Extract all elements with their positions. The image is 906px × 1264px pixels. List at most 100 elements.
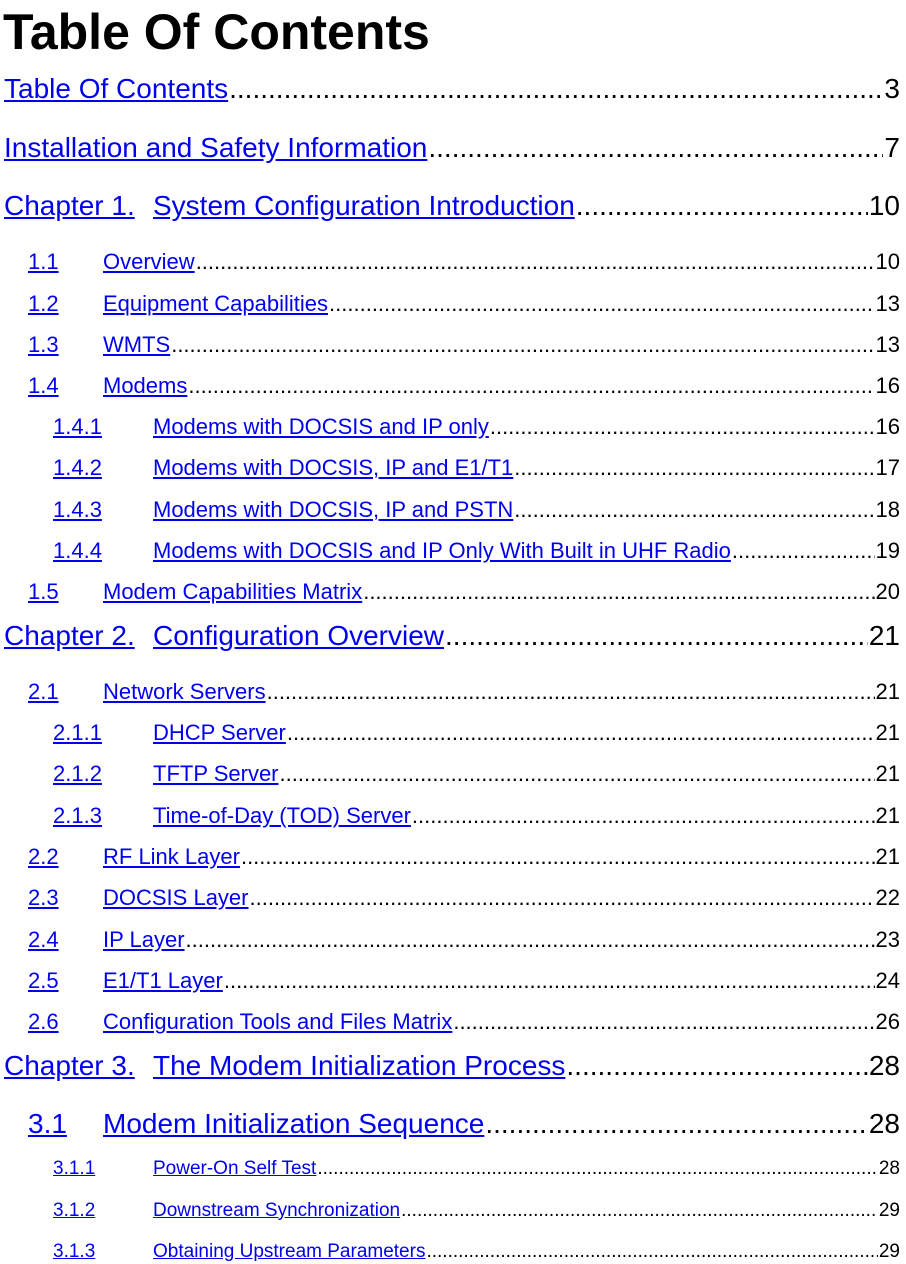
toc-entry-number[interactable]: 1.4.3 — [53, 496, 102, 524]
toc-entry-link[interactable]: The Modem Initialization Process — [153, 1049, 565, 1083]
toc-entry-link[interactable]: TFTP Server — [153, 760, 279, 788]
toc-entry-link[interactable]: Modems with DOCSIS, IP and PSTN — [153, 496, 513, 524]
toc-entry: 3.1.1 Power-On Self Test 28 — [0, 1156, 900, 1181]
toc-entry-link[interactable]: Configuration Overview — [153, 619, 444, 653]
dot-leader — [280, 760, 875, 788]
toc-entry-link[interactable]: Installation and Safety Information — [4, 131, 427, 165]
dot-leader — [428, 131, 883, 165]
toc-entry-link[interactable]: Configuration Tools and Files Matrix — [103, 1008, 452, 1036]
toc-entry-number[interactable]: 2.2 — [28, 843, 59, 871]
toc-entry: 1.4.3 Modems with DOCSIS, IP and PSTN 18 — [0, 496, 900, 524]
dot-leader — [445, 619, 868, 653]
dot-leader — [732, 537, 875, 565]
toc-entry: Chapter 3. The Modem Initialization Proce… — [0, 1049, 900, 1083]
toc-entry-link[interactable]: Downstream Synchronization — [153, 1198, 400, 1223]
toc-entry-page: 22 — [875, 885, 900, 910]
toc-entry-link[interactable]: Modems with DOCSIS, IP and E1/T1 — [153, 454, 513, 482]
toc-entry-link[interactable]: Power-On Self Test — [153, 1156, 316, 1181]
toc-entry-page: 3 — [884, 73, 900, 104]
toc-entry-number[interactable]: Chapter 3. — [4, 1049, 135, 1083]
dot-leader — [196, 248, 875, 276]
toc-entry-link[interactable]: Equipment Capabilities — [103, 290, 328, 318]
toc-entry-number[interactable]: 1.2 — [28, 290, 59, 318]
toc-entry: 2.2 RF Link Layer 21 — [0, 843, 900, 871]
dot-leader — [485, 1107, 868, 1141]
toc-entry: 3.1.3 Obtaining Upstream Parameters 29 — [0, 1239, 900, 1264]
toc-entry-page: 19 — [875, 538, 900, 563]
toc-entry-number[interactable]: 2.1.3 — [53, 802, 102, 830]
dot-leader — [401, 1198, 878, 1223]
dot-leader — [250, 884, 875, 912]
toc-entry: 2.5 E1/T1 Layer 24 — [0, 967, 900, 995]
dot-leader — [412, 802, 875, 830]
toc-entry-page: 20 — [875, 579, 900, 604]
toc-entry-number[interactable]: 2.6 — [28, 1008, 59, 1036]
toc-entry-page: 23 — [875, 927, 900, 952]
toc-entry-link[interactable]: Table Of Contents — [4, 72, 228, 106]
toc-entry-number[interactable]: 3.1.3 — [53, 1239, 95, 1264]
toc-entry-number[interactable]: 1.1 — [28, 248, 59, 276]
toc-entry-page: 29 — [878, 1240, 900, 1262]
toc-entry-number[interactable]: 1.3 — [28, 331, 59, 359]
toc-entry: 2.1.3 Time-of-Day (TOD) Server 21 — [0, 802, 900, 830]
toc-entry: 3.1.2 Downstream Synchronization 29 — [0, 1198, 900, 1223]
toc-entry-number[interactable]: Chapter 1. — [4, 189, 135, 223]
toc-entry-link[interactable]: DHCP Server — [153, 719, 286, 747]
toc-entry-link[interactable]: Network Servers — [103, 678, 266, 706]
toc-entry-link[interactable]: Modems with DOCSIS and IP Only With Buil… — [153, 537, 731, 565]
toc-entry-number[interactable]: 2.1.1 — [53, 719, 102, 747]
toc-entry-link[interactable]: System Configuration Introduction — [153, 189, 575, 223]
toc-entry-number[interactable]: 1.4.2 — [53, 454, 102, 482]
toc-entry-page: 16 — [875, 373, 900, 398]
toc-entry-link[interactable]: DOCSIS Layer — [103, 884, 249, 912]
toc-entry-number[interactable]: Chapter 2. — [4, 619, 135, 653]
toc-entry-link[interactable]: Modems — [103, 372, 187, 400]
toc-entry-number[interactable]: 1.5 — [28, 578, 59, 606]
toc-entry-number[interactable]: 2.5 — [28, 967, 59, 995]
toc-entry-page: 16 — [875, 414, 900, 439]
toc-entry: 1.1 Overview 10 — [0, 248, 900, 276]
toc-entry-link[interactable]: Time-of-Day (TOD) Server — [153, 802, 411, 830]
toc-entry-link[interactable]: Overview — [103, 248, 195, 276]
toc-entry-number[interactable]: 3.1 — [28, 1107, 67, 1141]
dot-leader — [514, 496, 874, 524]
toc-entry-number[interactable]: 3.1.2 — [53, 1198, 95, 1223]
toc-entry: 2.4 IP Layer 23 — [0, 926, 900, 954]
toc-entry: Installation and Safety Information 7 — [0, 131, 900, 165]
toc-entry-page: 29 — [878, 1199, 900, 1221]
toc-entry-number[interactable]: 3.1.1 — [53, 1156, 95, 1181]
toc-entry-number[interactable]: 2.4 — [28, 926, 59, 954]
toc-entry-link[interactable]: RF Link Layer — [103, 843, 240, 871]
dot-leader — [576, 189, 868, 223]
toc-entry-page: 21 — [875, 803, 900, 828]
dot-leader — [287, 719, 875, 747]
dot-leader — [188, 372, 874, 400]
toc-entry: Chapter 1. System Configuration Introduct… — [0, 189, 900, 223]
toc-entry-page: 24 — [875, 968, 900, 993]
toc-entry-link[interactable]: E1/T1 Layer — [103, 967, 223, 995]
toc-entry-number[interactable]: 1.4.1 — [53, 413, 102, 441]
toc-entry-link[interactable]: Obtaining Upstream Parameters — [153, 1239, 425, 1264]
dot-leader — [229, 72, 883, 106]
dot-leader — [363, 578, 874, 606]
toc-entry-number[interactable]: 1.4 — [28, 372, 59, 400]
toc-entry: 2.1.2 TFTP Server 21 — [0, 760, 900, 788]
toc-entry-link[interactable]: Modem Initialization Sequence — [103, 1107, 484, 1141]
toc-entry-link[interactable]: IP Layer — [103, 926, 185, 954]
toc-entry-link[interactable]: WMTS — [103, 331, 170, 359]
toc-entry-link[interactable]: Modems with DOCSIS and IP only — [153, 413, 489, 441]
toc-entry: 1.4.4 Modems with DOCSIS and IP Only With… — [0, 537, 900, 565]
toc-entry: 2.3 DOCSIS Layer 22 — [0, 884, 900, 912]
toc-entry-number[interactable]: 1.4.4 — [53, 537, 102, 565]
toc-entry-page: 21 — [875, 679, 900, 704]
toc-entry-number[interactable]: 2.3 — [28, 884, 59, 912]
toc-entry: 2.6 Configuration Tools and Files Matrix 2… — [0, 1008, 900, 1036]
dot-leader — [267, 678, 875, 706]
toc-entry-page: 21 — [868, 620, 900, 651]
toc-entry-number[interactable]: 2.1 — [28, 678, 59, 706]
toc-entry-number[interactable]: 2.1.2 — [53, 760, 102, 788]
dot-leader — [224, 967, 875, 995]
toc-entry-link[interactable]: Modem Capabilities Matrix — [103, 578, 362, 606]
dot-leader — [329, 290, 874, 318]
dot-leader — [186, 926, 875, 954]
